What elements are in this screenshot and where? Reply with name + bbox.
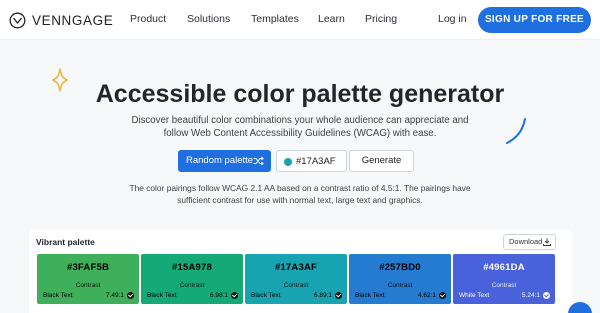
swatch-text-color: Black Text [355,292,385,299]
download-label: Download [509,237,543,246]
top-navigation-bar: VENNGAGE Product Solutions Templates Lea… [0,0,600,40]
check-icon [231,292,238,299]
swatch-contrast-label: Contrast [75,282,101,289]
generator-controls: Random palette #17A3AF Generate [0,150,600,172]
random-palette-label: Random palette [186,155,254,166]
color-preview-dot [284,158,292,166]
color-swatch[interactable]: #4961DA Contrast White Text 5.24:1 [453,254,555,304]
color-swatch[interactable]: #17A3AF Contrast Black Text 6.89:1 [245,254,347,304]
nav-product[interactable]: Product [130,13,166,25]
color-swatch[interactable]: #257BD0 Contrast Black Text 4.62:1 [349,254,451,304]
swatch-hex: #257BD0 [379,262,421,273]
nav-pricing[interactable]: Pricing [365,13,397,25]
swoosh-decoration-icon [506,118,526,144]
swatch-contrast-label: Contrast [491,282,517,289]
swatch-contrast-ratio: 6.98:1 [209,292,228,299]
venngage-logo[interactable]: VENNGAGE [9,12,113,29]
check-icon [127,292,134,299]
check-icon [543,292,550,299]
page-subtitle: Discover beautiful color combinations yo… [131,115,469,139]
download-button[interactable]: Download [503,234,556,250]
swatch-contrast-ratio: 7.49:1 [105,292,124,299]
chat-widget-button[interactable] [568,302,592,313]
wcag-note: The color pairings follow WCAG 2.1 AA ba… [129,183,471,205]
swatch-hex: #15A978 [172,262,212,273]
check-icon [335,292,342,299]
page-title: Accessible color palette generator [95,80,505,108]
swatch-text-color: Black Text [43,292,73,299]
swatch-contrast-label: Contrast [283,282,309,289]
palette-name: Vibrant palette [36,237,95,247]
check-icon [439,292,446,299]
nav-templates[interactable]: Templates [251,13,299,25]
brand-name: VENNGAGE [32,13,114,28]
venngage-logo-icon [9,12,26,29]
swatch-text-color: Black Text [147,292,177,299]
swatch-contrast-label: Contrast [179,282,205,289]
color-swatch[interactable]: #3FAF5B Contrast Black Text 7.49:1 [37,254,139,304]
signup-button[interactable]: SIGN UP FOR FREE [478,7,591,33]
swatch-text-color: White Text [459,292,490,299]
hex-color-value: #17A3AF [296,156,336,167]
color-swatch[interactable]: #15A978 Contrast Black Text 6.98:1 [141,254,243,304]
swatch-contrast-label: Contrast [387,282,413,289]
download-icon [543,238,551,246]
swatch-contrast-ratio: 5.24:1 [521,292,540,299]
login-link[interactable]: Log in [438,13,467,25]
swatch-hex: #4961DA [483,262,525,273]
swatch-hex: #3FAF5B [66,262,110,273]
nav-learn[interactable]: Learn [318,13,345,25]
random-palette-button[interactable]: Random palette [178,150,271,172]
swatch-contrast-ratio: 6.89:1 [313,292,332,299]
swatch-contrast-ratio: 4.62:1 [417,292,436,299]
hex-color-input[interactable]: #17A3AF [276,150,347,172]
generate-button[interactable]: Generate [349,150,414,172]
swatch-hex: #17A3AF [274,262,318,273]
swatch-text-color: Black Text [251,292,281,299]
shuffle-icon [253,156,264,166]
nav-solutions[interactable]: Solutions [187,13,230,25]
